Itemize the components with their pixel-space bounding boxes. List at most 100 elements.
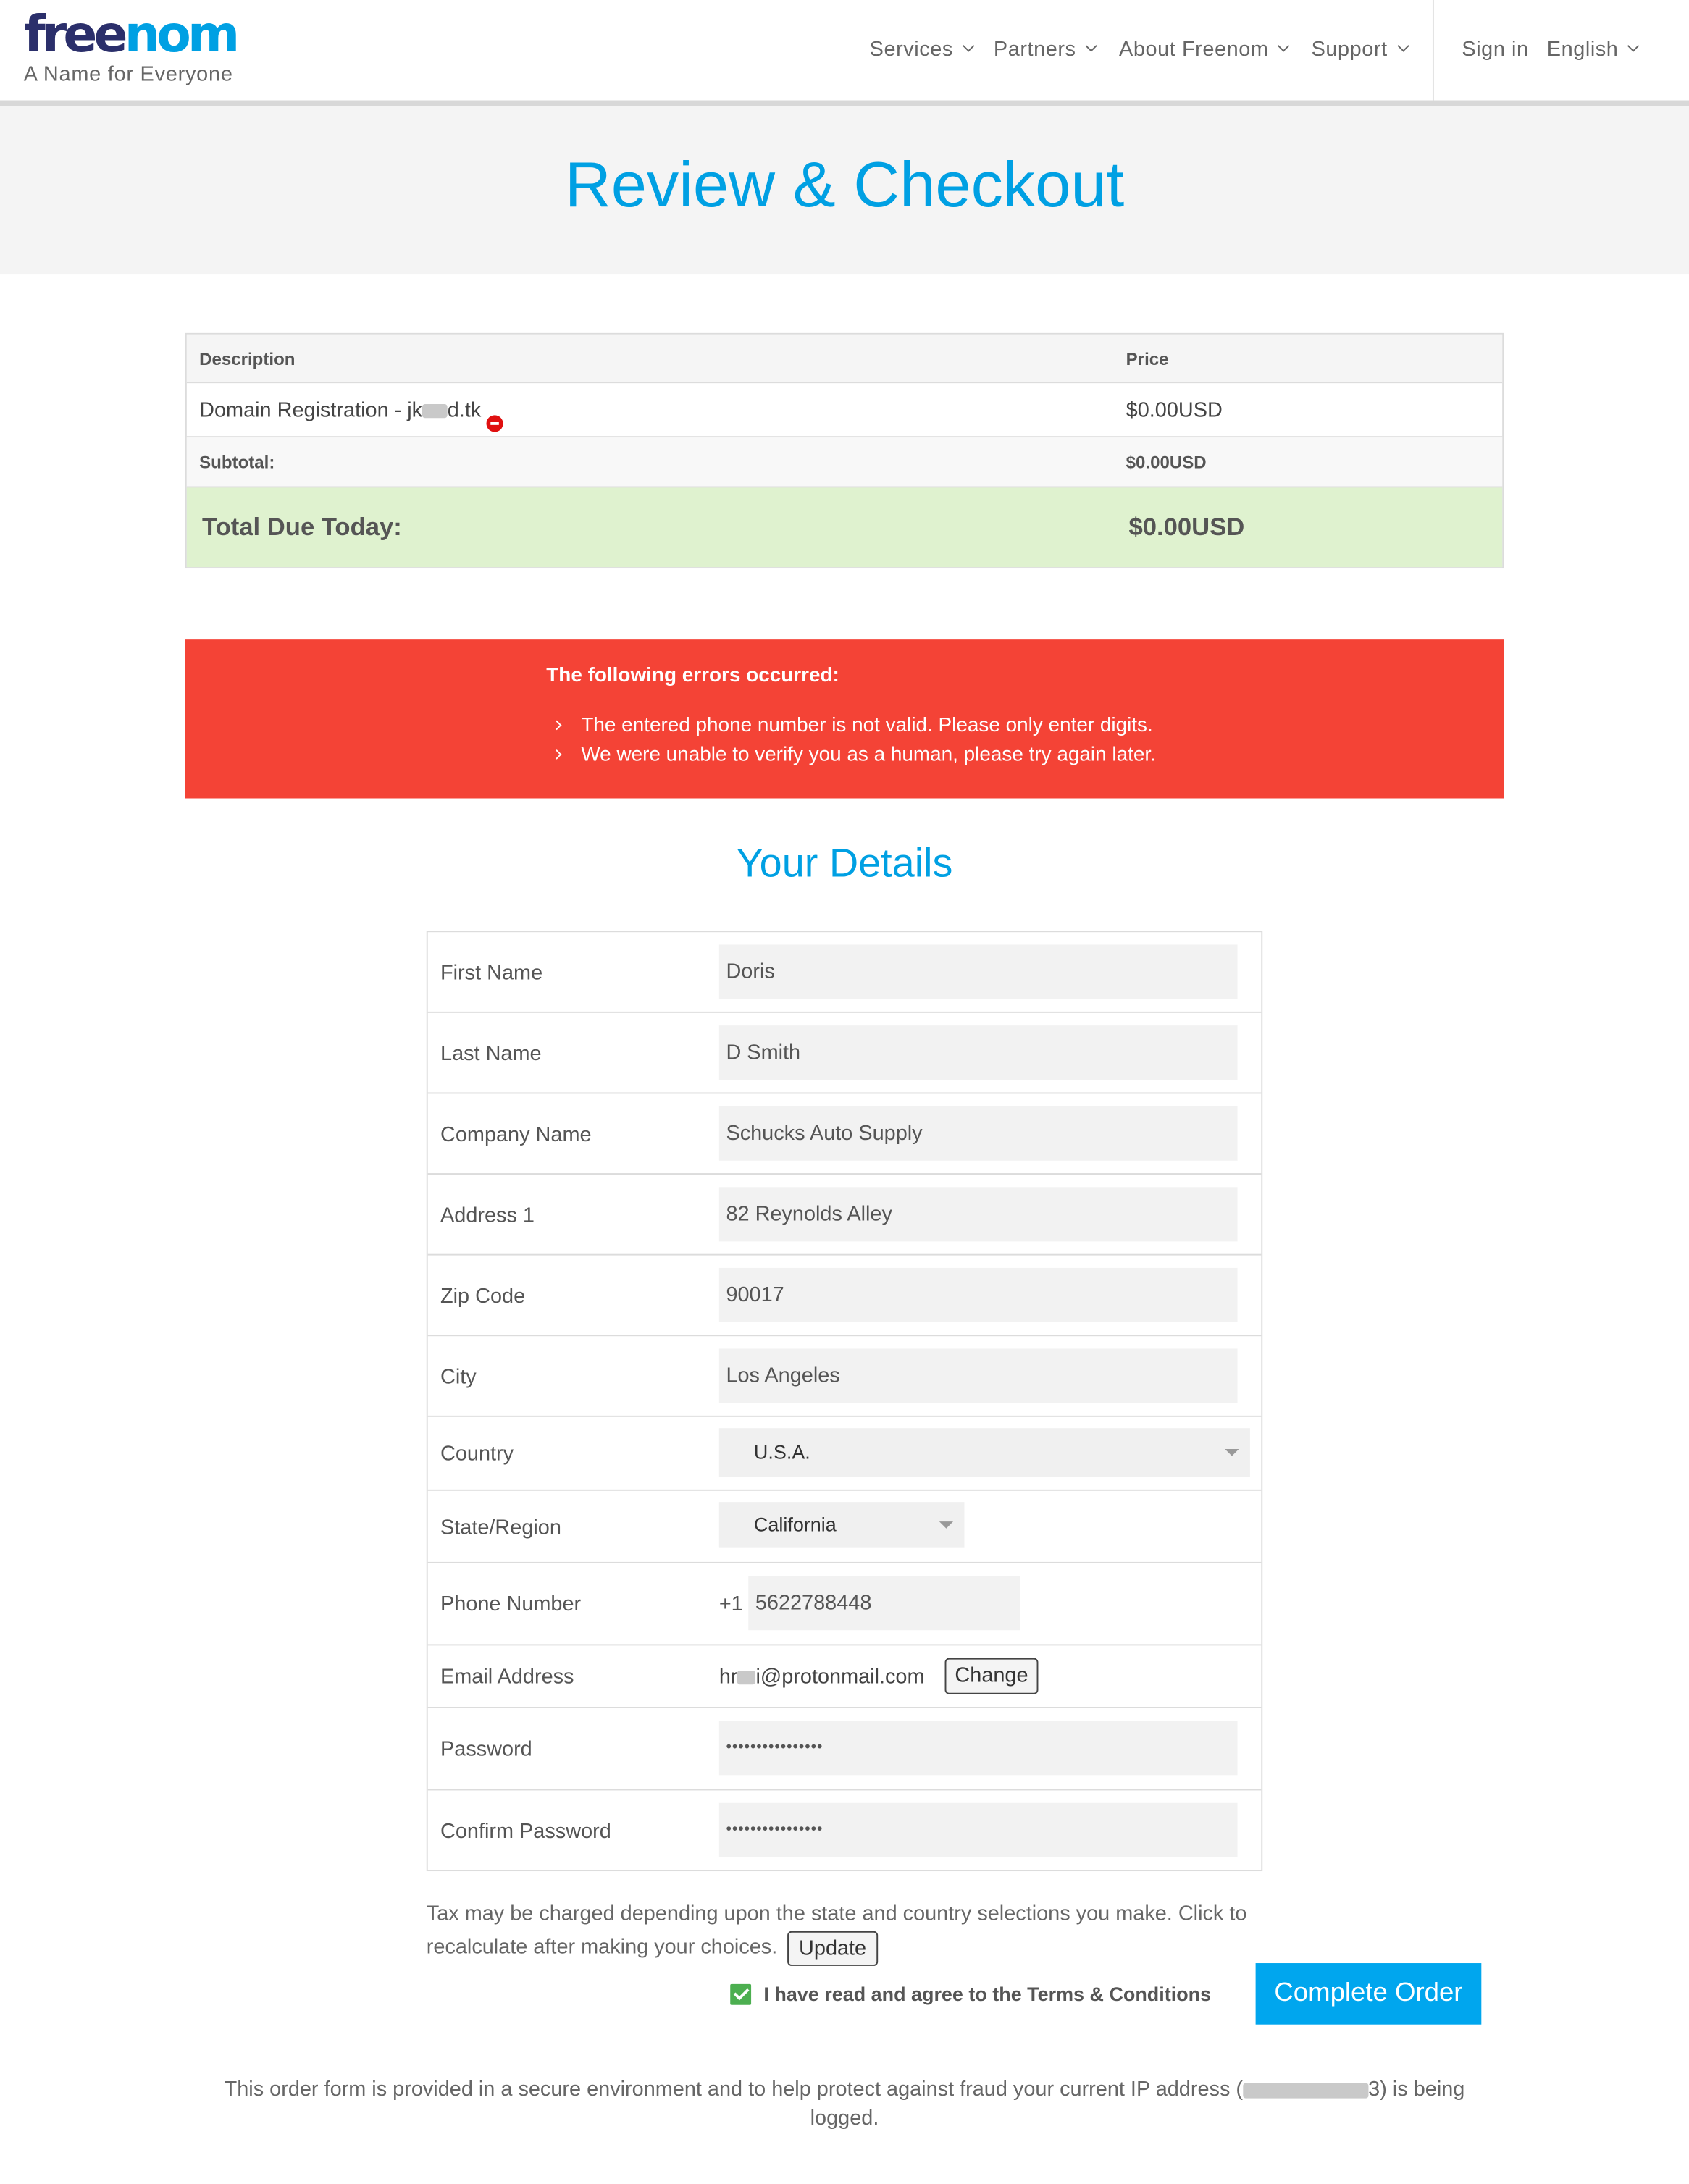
chevron-down-icon [1085, 40, 1097, 52]
details-form: First Name Doris Last Name D Smith Compa… [426, 931, 1263, 1872]
update-button[interactable]: Update [787, 1931, 879, 1966]
nav-divider [1432, 0, 1434, 101]
total-label: Total Due Today: [201, 513, 402, 541]
form-row-last-name: Last Name D Smith [427, 1013, 1262, 1094]
subtotal-value: $0.00USD [1126, 453, 1207, 473]
item-description-suffix: d.tk [447, 398, 482, 422]
site-header: freenom A Name for Everyone Services Par… [0, 0, 1689, 106]
remove-item-icon[interactable] [486, 415, 504, 432]
redacted-ip [1243, 2082, 1369, 2098]
tax-note: Tax may be charged depending upon the st… [427, 1898, 1262, 1966]
form-row-confirm-password: Confirm Password •••••••••••••••• [428, 1790, 1262, 1870]
col-price-header: Price [1126, 349, 1169, 369]
confirm-password-field[interactable]: •••••••••••••••• [718, 1802, 1238, 1857]
nav-about-label: About Freenom [1119, 37, 1269, 62]
chevron-right-icon [551, 720, 562, 731]
state-select[interactable]: California [718, 1502, 965, 1548]
password-label: Password [440, 1737, 532, 1762]
dropdown-caret-icon [939, 1521, 954, 1529]
zip-field[interactable]: 90017 [718, 1267, 1238, 1322]
email-value: hr i@protonmail.com [719, 1665, 925, 1689]
table-header-row: Description Price [186, 334, 1503, 384]
language-selector[interactable]: English [1546, 37, 1640, 62]
chevron-down-icon [1396, 40, 1409, 52]
terms-agreement[interactable]: I have read and agree to the Terms & Con… [730, 1980, 1211, 2005]
error-text: We were unable to verify you as a human,… [581, 744, 1156, 767]
city-label: City [440, 1365, 477, 1390]
confirm-password-label: Confirm Password [440, 1819, 611, 1844]
page-title: Review & Checkout [564, 147, 1125, 221]
city-field[interactable]: Los Angeles [718, 1348, 1238, 1403]
form-row-zip: Zip Code 90017 [427, 1256, 1262, 1337]
state-label: State/Region [440, 1516, 561, 1540]
phone-country-code: +1 [718, 1592, 743, 1616]
ip-suffix: 3 [1368, 2077, 1380, 2101]
language-label: English [1546, 37, 1619, 62]
security-note-before: This order form is provided in a secure … [224, 2077, 1244, 2101]
first-name-field[interactable]: Doris [718, 944, 1238, 999]
redacted-text [737, 1671, 756, 1685]
last-name-label: Last Name [440, 1042, 542, 1066]
nav-support-label: Support [1311, 37, 1388, 62]
phone-field[interactable]: 5622788448 [748, 1576, 1020, 1631]
company-label: Company Name [440, 1122, 592, 1147]
error-item: We were unable to verify you as a human,… [551, 744, 1156, 767]
item-description: Domain Registration - jk d.tk [199, 398, 504, 432]
sign-in-link[interactable]: Sign in [1462, 38, 1528, 62]
state-value: California [753, 1513, 837, 1536]
nav-partners-label: Partners [993, 37, 1076, 62]
company-field[interactable]: Schucks Auto Supply [718, 1106, 1238, 1161]
page: freenom A Name for Everyone Services Par… [0, 0, 1689, 2172]
nav-services-label: Services [869, 37, 953, 62]
complete-order-button[interactable]: Complete Order [1255, 1963, 1482, 2025]
section-title: Your Details [736, 841, 953, 886]
dropdown-caret-icon [1225, 1449, 1239, 1456]
logo-nom: nom [124, 7, 240, 64]
terms-checkbox[interactable] [730, 1983, 752, 2005]
terms-label: I have read and agree to the Terms & Con… [763, 1982, 1212, 2005]
nav-services[interactable]: Services [869, 37, 975, 62]
address1-field[interactable]: 82 Reynolds Alley [718, 1187, 1238, 1242]
email-prefix: hr [718, 1665, 738, 1689]
error-alert: The following errors occurred: The enter… [185, 639, 1504, 799]
item-price: $0.00USD [1126, 398, 1223, 422]
chevron-down-icon [1627, 40, 1640, 52]
last-name-field[interactable]: D Smith [718, 1025, 1238, 1080]
logo-wordmark: freenom [24, 10, 240, 61]
nav-support[interactable]: Support [1311, 37, 1409, 62]
table-row: Domain Registration - jk d.tk $0.00USD [186, 383, 1503, 438]
total-row: Total Due Today: $0.00USD [186, 487, 1503, 568]
country-label: Country [440, 1442, 514, 1466]
form-row-city: City Los Angeles [427, 1336, 1262, 1417]
freenom-logo[interactable]: freenom A Name for Everyone [23, 10, 240, 87]
col-description-header: Description [199, 349, 296, 369]
error-text: The entered phone number is not valid. P… [581, 715, 1153, 737]
country-value: U.S.A. [753, 1440, 810, 1463]
logo-tagline: A Name for Everyone [23, 62, 233, 87]
error-item: The entered phone number is not valid. P… [551, 715, 1153, 737]
form-row-phone: Phone Number +1 5622788448 [427, 1563, 1262, 1646]
chevron-right-icon [551, 749, 562, 760]
subtotal-label: Subtotal: [199, 453, 275, 473]
error-title: The following errors occurred: [546, 664, 839, 687]
logo-free: free [23, 7, 128, 64]
order-summary-table: Description Price Domain Registration - … [185, 332, 1504, 569]
country-select[interactable]: U.S.A. [718, 1428, 1250, 1477]
chevron-down-icon [1278, 40, 1290, 52]
zip-label: Zip Code [440, 1285, 526, 1309]
form-row-state: State/Region California [427, 1491, 1262, 1563]
chevron-down-icon [962, 40, 975, 52]
security-note: This order form is provided in a secure … [209, 2075, 1480, 2133]
item-description-prefix: Domain Registration - jk [199, 398, 423, 422]
change-email-button[interactable]: Change [944, 1658, 1039, 1694]
nav-about[interactable]: About Freenom [1119, 37, 1290, 62]
phone-label: Phone Number [440, 1592, 582, 1616]
form-row-first-name: First Name Doris [427, 932, 1262, 1013]
subtotal-row: Subtotal: $0.00USD [186, 437, 1503, 488]
nav-partners[interactable]: Partners [993, 37, 1097, 62]
email-label: Email Address [440, 1665, 574, 1689]
form-row-country: Country U.S.A. [427, 1417, 1262, 1491]
form-row-password: Password •••••••••••••••• [427, 1708, 1262, 1791]
password-field[interactable]: •••••••••••••••• [718, 1721, 1238, 1776]
total-value: $0.00USD [1128, 513, 1245, 541]
